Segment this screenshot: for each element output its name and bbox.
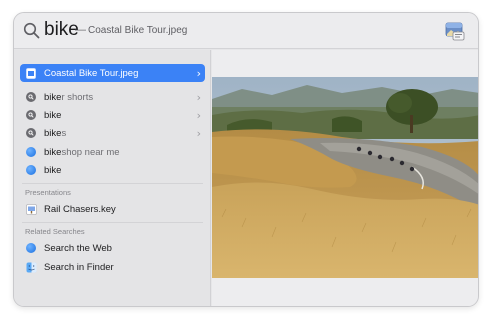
query-separator: — [75,24,86,36]
suggestion-bold: bike [44,146,62,158]
suggestion-bikes[interactable]: bike s › [20,124,205,142]
result-coastal-bike-tour[interactable]: Coastal Bike Tour.jpeg › [20,64,205,82]
suggestion-bold: bike [44,91,62,103]
suggestion-bold: bike [44,109,62,121]
suggestion-bold: bike [44,164,62,176]
web-suggestion-bike-shop[interactable]: bike shop near me [20,143,205,161]
suggestion-completion: s [61,127,67,139]
chevron-right-icon: › [196,127,201,140]
query-suggestion: Coastal Bike Tour.jpeg [88,25,188,36]
divider [22,183,203,184]
result-label: Search the Web [44,242,112,254]
suggestion-bold: bike [44,127,62,139]
search-query[interactable]: bike [44,17,79,43]
search-bar[interactable]: bike — Coastal Bike Tour.jpeg [14,13,478,49]
web-suggestion-bike[interactable]: bike [20,161,205,179]
suggestion-search-icon [25,109,37,121]
safari-icon [25,146,37,158]
keynote-file-icon [25,203,37,215]
result-label: Search in Finder [44,261,114,273]
jpeg-file-icon [25,67,37,79]
result-label: Coastal Bike Tour.jpeg [44,67,139,79]
section-header-presentations: Presentations [25,188,71,197]
suggestion-search-icon [25,127,37,139]
chevron-right-icon: › [196,109,201,122]
suggestion-biker-shorts[interactable]: bike r shorts › [20,88,205,106]
safari-icon [25,242,37,254]
preview-pane [212,50,478,306]
suggestion-completion: r shorts [61,91,94,103]
chevron-right-icon: › [196,67,201,80]
chevron-right-icon: › [196,91,201,104]
search-the-web[interactable]: Search the Web [20,239,205,257]
suggestion-bike[interactable]: bike › [20,106,205,124]
suggestion-completion: shop near me [61,146,120,158]
safari-icon [25,164,37,176]
section-header-related-searches: Related Searches [25,227,85,236]
coastal-bike-tour-photo [212,77,478,278]
search-in-finder[interactable]: Search in Finder [20,258,205,276]
results-list: Coastal Bike Tour.jpeg › bike r shorts › … [14,50,211,306]
result-rail-chasers[interactable]: Rail Chasers.key [20,200,205,218]
preview-thumbnail-icon[interactable] [445,22,465,41]
suggestion-search-icon [25,91,37,103]
spotlight-window: bike — Coastal Bike Tour.jpeg Coastal Bi… [13,12,479,307]
finder-icon [25,261,37,273]
divider [22,222,203,223]
search-icon [23,22,40,39]
result-label: Rail Chasers.key [44,203,116,215]
